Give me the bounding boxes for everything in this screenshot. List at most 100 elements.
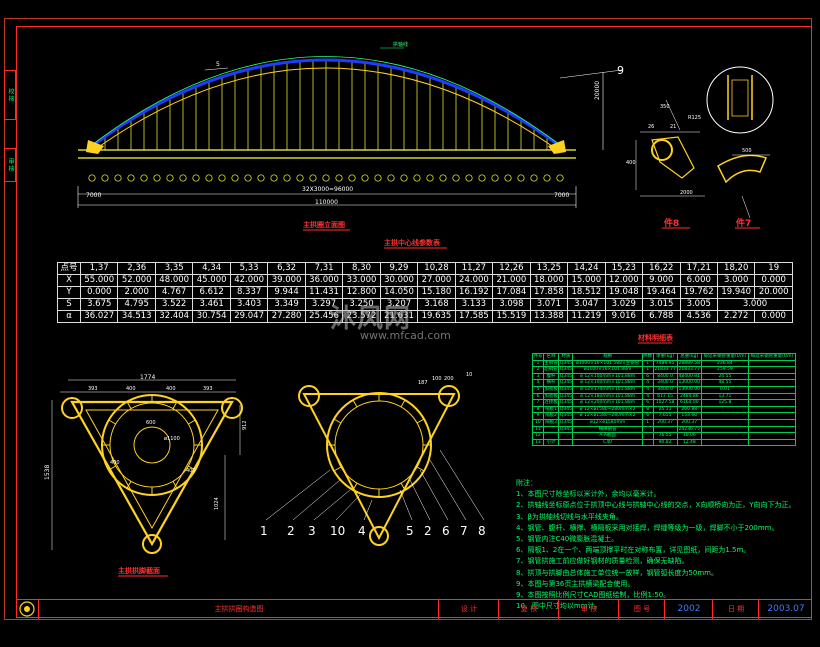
node-marker [452, 174, 460, 182]
material-sum-cell [747, 392, 797, 401]
callout-leader-line [409, 479, 431, 521]
material-cell: 6 [641, 412, 654, 420]
material-cell: Q345 [558, 366, 574, 374]
check-label: 复 核 [498, 600, 559, 619]
elevation-title: 主拱圈立面图 [303, 221, 345, 229]
note-item: 4、钢管、腹杆、横撑、横隔板采用对接焊，焊缝等级为一级，焊脚不小于200mm。 [516, 523, 779, 532]
material-cell [542, 425, 560, 434]
material-cell: 2 [532, 366, 544, 374]
material-cell: 8 [532, 405, 544, 414]
material-cell: 3 [532, 372, 544, 381]
section-a-dim-c: 400 [166, 386, 176, 392]
drawing-number-label: 图 号 [618, 600, 665, 619]
node-marker [335, 174, 343, 182]
material-cell [641, 438, 654, 447]
param-cell: 0.000 [754, 310, 793, 323]
material-cell: C40 [572, 438, 643, 447]
param-cell: 6.612 [192, 286, 231, 299]
design-label: 设 计 [438, 600, 499, 619]
param-cell: 15.519 [492, 310, 531, 323]
param-cell: 11.219 [567, 310, 606, 323]
material-cell [652, 425, 678, 434]
section-b-main-ring [326, 392, 432, 498]
material-cell: ø 12×ø1580~280mm×2 [572, 412, 643, 420]
rib-line [400, 399, 406, 408]
material-sum-cell [700, 438, 749, 447]
material-cell: 4 [532, 379, 544, 387]
notes-block: 附注： 1、本图尺寸除坐标以米计外，余均以毫米计。 2、拱轴线坐标原点位于拱顶中心线… [516, 478, 806, 612]
material-cell: 7.655 [652, 412, 678, 420]
param-cell: 14.050 [379, 286, 419, 299]
material-row: 8 隔板1 Q345 ø 12×ø1580~280mm×2 8 25.11 200.88 [532, 405, 797, 414]
param-cell: 17.084 [492, 286, 531, 299]
material-cell [641, 425, 654, 434]
param-cell: 4.767 [154, 286, 194, 299]
rise-dim-text: 20000 [594, 80, 601, 100]
material-header-cell: 规格 [572, 353, 643, 361]
material-cell: ø 12×174mm×101.88m [572, 385, 643, 394]
param-cell: 55.000 [79, 274, 119, 287]
param-cell: 12.000 [604, 274, 644, 287]
param-cell: 6.000 [679, 274, 718, 287]
node-marker [88, 174, 96, 182]
material-row: 10 隔板3 Q345 ø12×ø1580mm 1 200.37 200.37 [532, 418, 797, 427]
param-cell: 2.272 [716, 310, 756, 323]
material-cell: 13 [532, 438, 544, 447]
node-marker [426, 174, 434, 182]
material-sum-cell [700, 412, 749, 420]
param-cell: 21.000 [492, 274, 531, 287]
material-cell: 25.11 [652, 405, 678, 414]
right-dim-text: 7000 [554, 192, 570, 199]
node-marker [348, 174, 356, 182]
param-row: S 3.675 4.795 3.522 3.461 3.403 3.349 3.297 3.25… [57, 298, 794, 311]
material-row: 7 连接板 Q345 ø 12×200mm×101.88m 6 1027.58 6164.0… [532, 399, 797, 407]
param-cell: 12,26 [492, 262, 531, 275]
rib-line [352, 482, 358, 491]
param-cell: 19 [754, 262, 793, 275]
node-marker [296, 174, 304, 182]
material-sum-cell [747, 379, 797, 387]
material-sum-cell [747, 385, 797, 394]
param-cell: 19.048 [604, 286, 644, 299]
material-cell: 3400.0 [652, 385, 678, 394]
param-row-header: S [57, 298, 81, 311]
param-cell: 4,34 [192, 262, 231, 275]
node-marker [218, 174, 226, 182]
param-cell: 7,31 [304, 262, 344, 275]
note-item: 9、本图与第36页主拱横梁配合使用。 [516, 579, 635, 588]
param-cell: 30.000 [379, 274, 419, 287]
detail-7-curved-plate [717, 154, 768, 184]
rib-line [400, 482, 406, 491]
material-cell: ø 12×180mm×101.88m [572, 392, 643, 401]
material-table: 件号 名称 材质 规格 件数 单重(kg) 总重(kg) 每延米钢管重量(t/m) 每延米钢管重… [532, 353, 797, 471]
param-cell: 3.133 [454, 298, 494, 311]
material-cell: ø 12×ø1580~280mm×2 [572, 405, 643, 414]
material-cell: 11 [532, 425, 544, 434]
section-a-dim-s2: 400 [186, 468, 196, 474]
node-marker [374, 174, 382, 182]
material-sum-cell [747, 418, 797, 427]
material-cell: 小计 [542, 438, 560, 447]
material-cell: 连接板 [542, 399, 560, 407]
param-cell: 3.098 [492, 298, 531, 311]
material-cell: Q345 [558, 405, 574, 414]
material-cell: Q345 [558, 412, 574, 420]
callout-leader-line [429, 459, 467, 521]
span-dim-text: 110000 [315, 199, 338, 206]
material-sum-cell: 13.71 [700, 392, 749, 401]
section-b-leaders [265, 449, 485, 521]
param-cell: 30.754 [192, 310, 231, 323]
param-cell: 3.168 [417, 298, 456, 311]
material-sum-cell: 24.55 [700, 372, 749, 381]
material-cell: 12 [532, 432, 544, 440]
material-cell: ø 12×200mm×101.88m [572, 399, 643, 407]
material-cell: 200.37 [652, 418, 678, 427]
material-cell: 5 [532, 385, 544, 394]
detail-8-title: 件8 [664, 219, 680, 229]
material-sum-cell [700, 432, 749, 440]
note-item: 8、拱顶与拱脚由总体施工单位统一放样，钢管弧长度为50mm。 [516, 568, 718, 577]
material-cell: 153.60 [676, 412, 702, 420]
detail-zoom-circle [706, 66, 774, 134]
param-row-header: α [57, 310, 81, 323]
section-a-dim-h: 1538 [44, 464, 51, 480]
